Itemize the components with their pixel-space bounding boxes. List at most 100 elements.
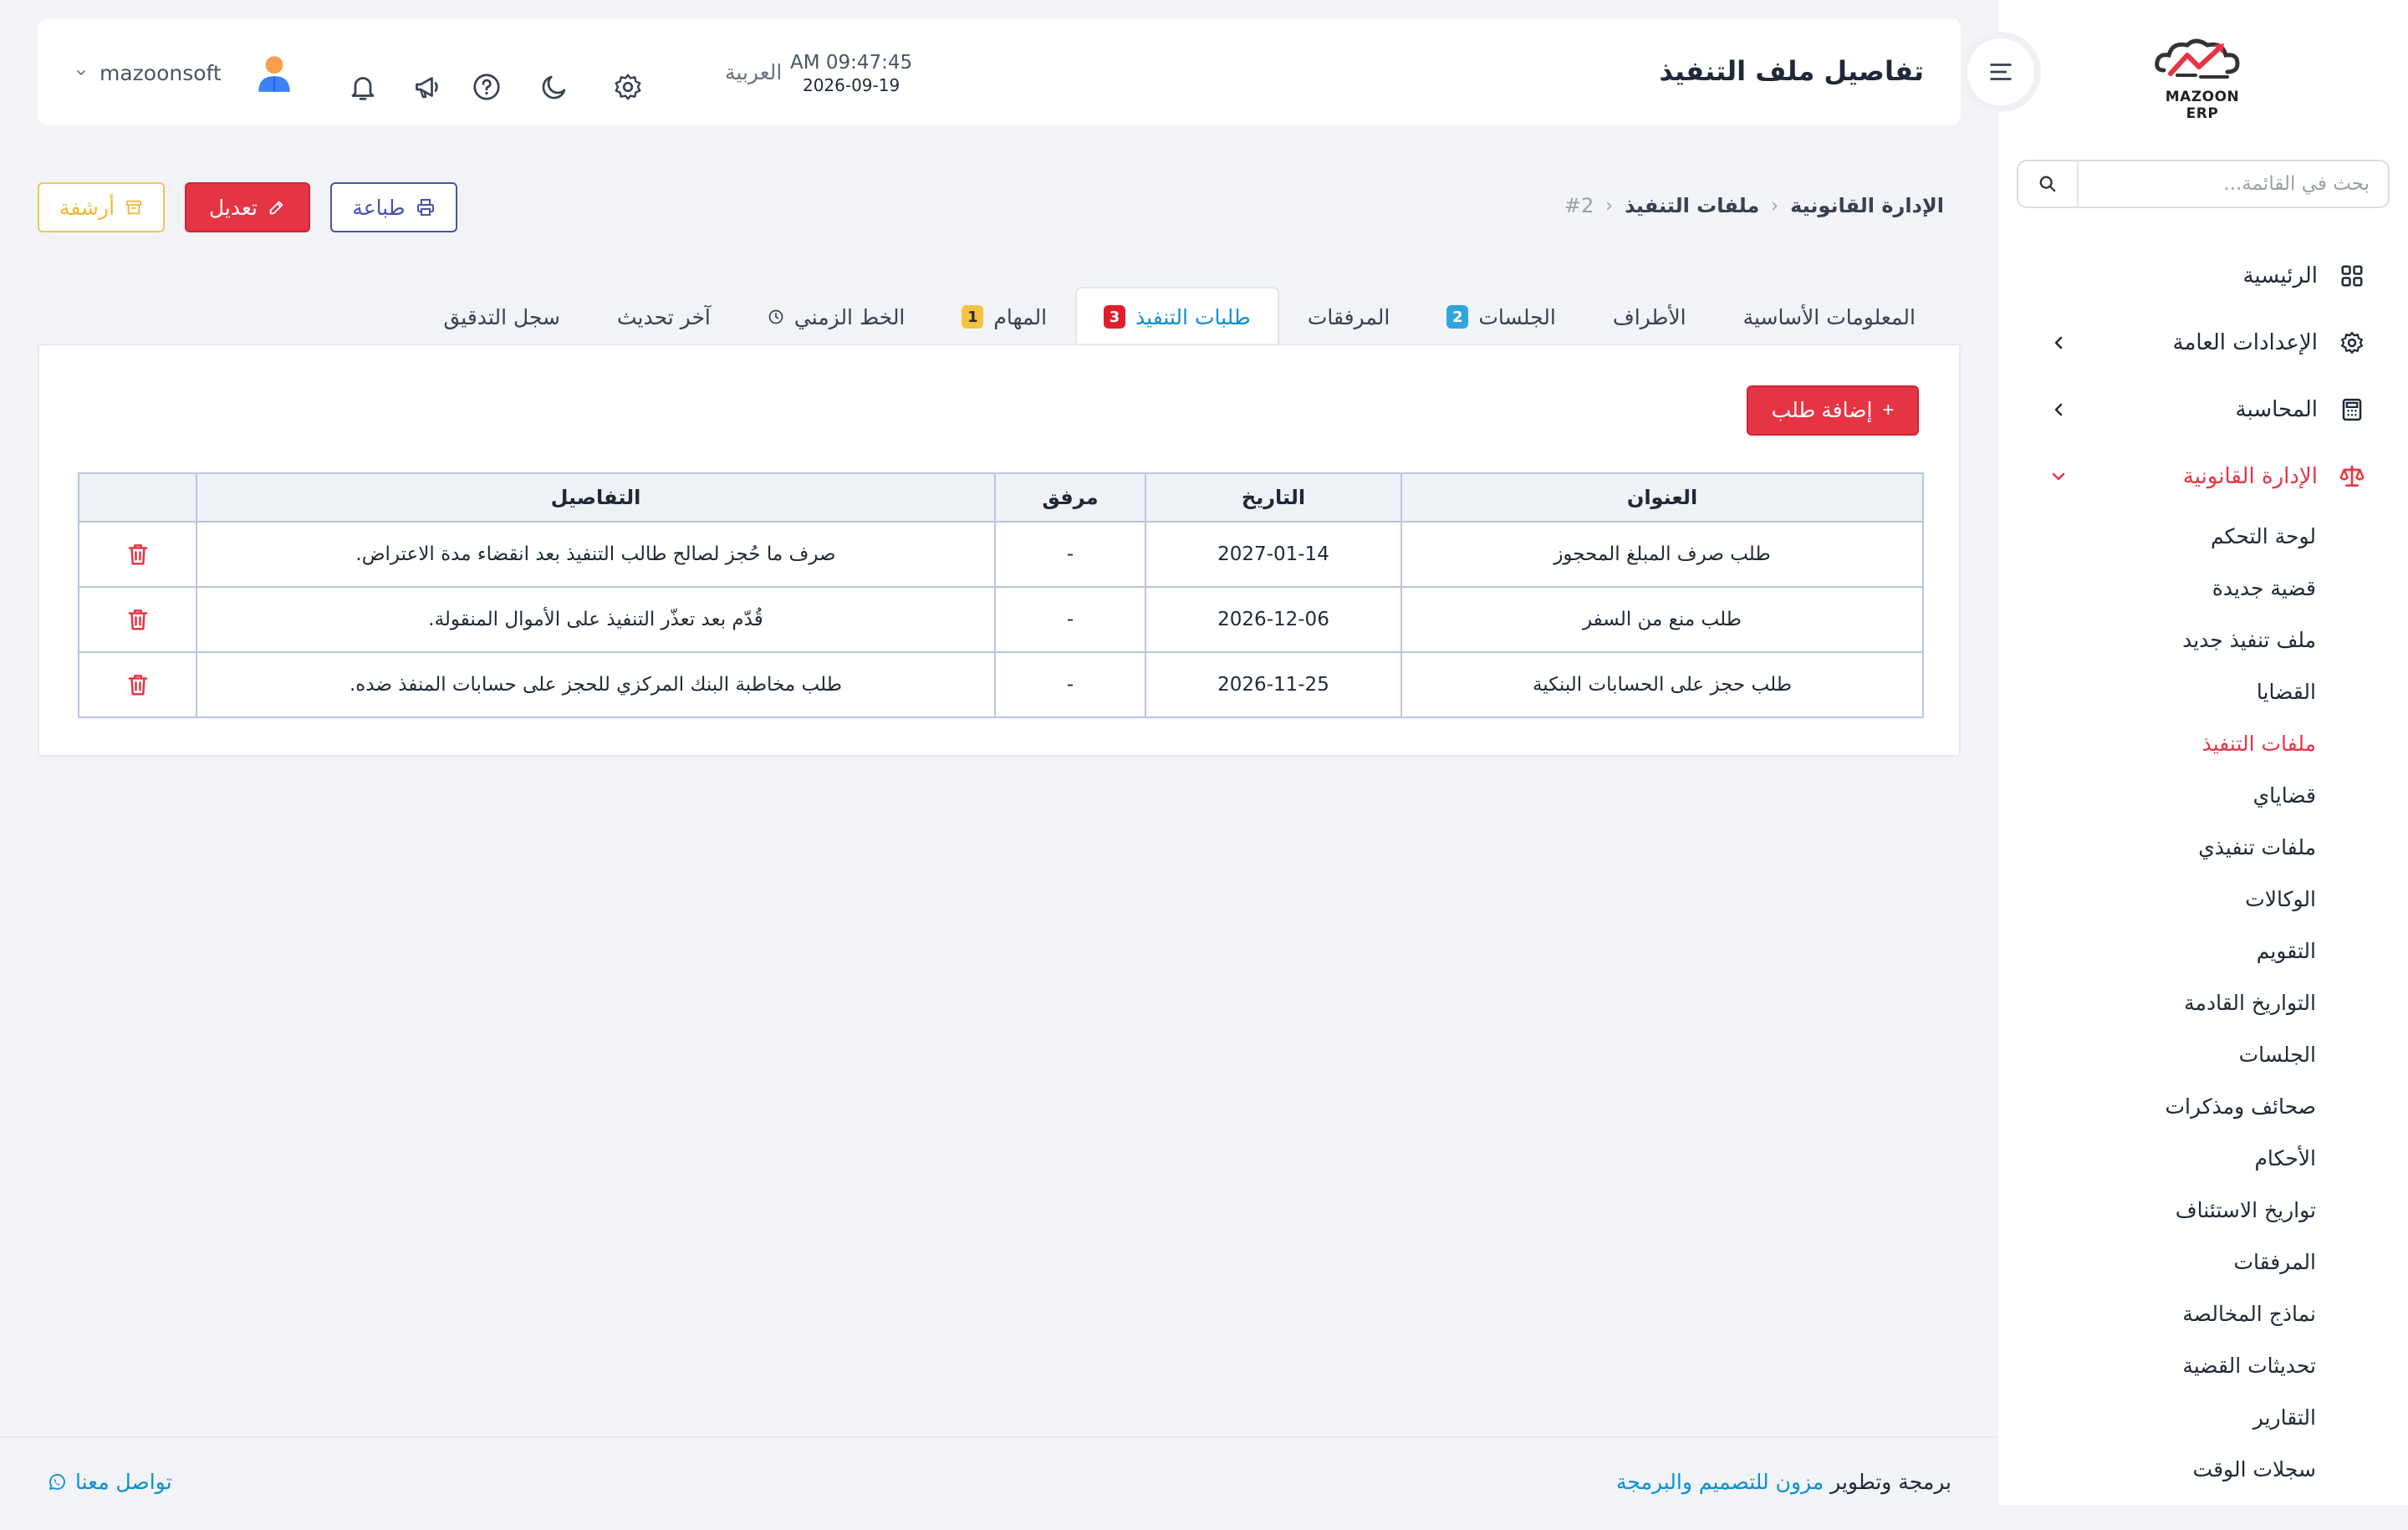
archive-button[interactable]: أرشفة <box>38 182 165 232</box>
tab-tasks[interactable]: المهام 1 <box>933 287 1075 345</box>
sidebar-sub-new-case[interactable]: قضية جديدة <box>1998 562 2316 614</box>
cell-details: صرف ما حُجز لصالح طالب التنفيذ بعد انقضا… <box>196 521 996 588</box>
sidebar-search-input[interactable] <box>2079 161 2388 207</box>
tab-execution-requests[interactable]: طلبات التنفيذ 3 <box>1075 287 1279 345</box>
sidebar-item-home[interactable]: الرئيسية <box>1998 242 2408 309</box>
sidebar-sub-appeal-dates[interactable]: تواريخ الاستئناف <box>1998 1184 2316 1236</box>
moon-icon <box>542 75 566 99</box>
trash-icon <box>128 543 147 564</box>
sidebar-item-label: الرئيسية <box>2242 263 2318 288</box>
cell-title: طلب صرف المبلغ المحجوز <box>1400 521 1924 588</box>
cell-details: طلب مخاطبة البنك المركزي للحجز على حسابا… <box>196 651 996 718</box>
column-header-attachment: مرفق <box>994 472 1146 523</box>
sidebar-sub-agencies[interactable]: الوكالات <box>1998 873 2316 925</box>
help-button[interactable] <box>470 70 503 104</box>
tab-label: المرفقات <box>1307 304 1390 329</box>
sidebar-item-general-settings[interactable]: الإعدادات العامة <box>1998 309 2408 376</box>
chevron-down-icon <box>77 70 85 75</box>
tab-basic-info[interactable]: المعلومات الأساسية <box>1715 287 1944 345</box>
sidebar-item-legal[interactable]: الإدارة القانونية <box>1998 443 2408 510</box>
sidebar-sub-new-execution-file[interactable]: ملف تنفيذ جديد <box>1998 614 2316 666</box>
tab-count-badge: 2 <box>1446 305 1469 329</box>
column-header-title: العنوان <box>1400 472 1924 523</box>
breadcrumb-item-execution-files[interactable]: ملفات التنفيذ <box>1625 194 1759 217</box>
sidebar-item-label: الإدارة القانونية <box>2182 464 2318 489</box>
announcements-button[interactable] <box>411 70 445 104</box>
delete-button[interactable] <box>121 668 155 701</box>
tab-sessions[interactable]: الجلسات 2 <box>1418 287 1584 345</box>
sidebar-sub-upcoming-dates[interactable]: التواريخ القادمة <box>1998 977 2316 1028</box>
bell-icon <box>351 77 375 100</box>
edit-button-label: تعديل <box>208 195 258 220</box>
cell-date: 2027-01-14 <box>1145 521 1402 588</box>
sidebar-sub-attachments[interactable]: المرفقات <box>1998 1236 2316 1288</box>
sidebar-search <box>2017 160 2390 208</box>
delete-button[interactable] <box>121 603 155 636</box>
header-clock: AM 09:47:45 2026-09-19 <box>790 52 912 95</box>
language-switch[interactable]: العربية <box>725 60 782 84</box>
breadcrumb-item-legal[interactable]: الإدارة القانونية <box>1790 194 1944 217</box>
sidebar-sub-time-logs[interactable]: سجلات الوقت <box>1998 1443 2316 1495</box>
print-button-label: طباعة <box>352 195 406 220</box>
cell-attachment: - <box>994 586 1146 653</box>
avatar <box>258 56 290 92</box>
tab-last-update[interactable]: آخر تحديث <box>589 287 739 345</box>
user-menu[interactable]: mazoonsoft <box>74 52 295 94</box>
sidebar-sub-my-cases[interactable]: قضاياي <box>1998 769 2316 821</box>
sidebar-sub-sessions[interactable]: الجلسات <box>1998 1028 2316 1080</box>
app-logo[interactable]: MAZOON ERP <box>2147 33 2258 122</box>
footer-credit-link[interactable]: مزون للتصميم والبرمجة <box>1616 1470 1824 1494</box>
sidebar-sub-briefs[interactable]: صحائف ومذكرات <box>1998 1080 2316 1132</box>
cell-title: طلب منع من السفر <box>1400 586 1924 653</box>
sidebar-sub-calendar[interactable]: التقويم <box>1998 925 2316 977</box>
clock-icon <box>768 309 783 324</box>
tab-label: سجل التدقيق <box>443 304 560 329</box>
menu-toggle-button[interactable] <box>1961 32 2041 112</box>
sidebar-sub-reports[interactable]: التقارير <box>1998 1391 2316 1443</box>
add-request-label: إضافة طلب <box>1771 399 1873 422</box>
delete-button[interactable] <box>121 538 155 571</box>
notifications-button[interactable] <box>346 70 380 104</box>
sidebar-sub-my-execution-files[interactable]: ملفات تنفيذي <box>1998 821 2316 873</box>
sidebar: MAZOON ERP الرئيسية الإعدادات العامة الم… <box>1998 0 2408 1505</box>
scale-icon <box>2338 462 2366 491</box>
tab-attachments[interactable]: المرفقات <box>1279 287 1419 345</box>
chevron-left-icon <box>2054 403 2063 416</box>
grid-icon <box>2338 262 2366 290</box>
dark-mode-toggle[interactable] <box>538 70 571 104</box>
edit-button[interactable]: تعديل <box>185 182 310 232</box>
tab-parties[interactable]: الأطراف <box>1584 287 1715 345</box>
sidebar-sub-execution-files[interactable]: ملفات التنفيذ <box>1998 717 2316 769</box>
sidebar-sub-judgments[interactable]: الأحكام <box>1998 1132 2316 1184</box>
tab-label: المعلومات الأساسية <box>1742 304 1916 329</box>
tab-timeline[interactable]: الخط الزمني <box>739 287 934 345</box>
sidebar-item-label: الإعدادات العامة <box>2172 330 2318 355</box>
page-footer: برمجة وتطوير مزون للتصميم والبرمجة تواصل… <box>0 1436 1998 1530</box>
settings-button[interactable] <box>611 70 645 104</box>
cell-title: طلب حجز على الحسابات البنكية <box>1400 651 1924 718</box>
sidebar-item-accounting[interactable]: المحاسبة <box>1998 376 2408 443</box>
search-button[interactable] <box>2018 161 2079 207</box>
cell-actions <box>78 651 197 718</box>
search-icon <box>2039 176 2056 192</box>
tab-audit-log[interactable]: سجل التدقيق <box>415 287 589 345</box>
tab-label: طلبات التنفيذ <box>1135 304 1251 329</box>
user-name: mazoonsoft <box>99 60 222 85</box>
print-button[interactable]: طباعة <box>330 182 457 232</box>
gear-icon <box>2338 329 2366 357</box>
sidebar-sub-cases[interactable]: القضايا <box>1998 666 2316 717</box>
sidebar-sub-case-updates[interactable]: تحديثات القضية <box>1998 1339 2316 1391</box>
footer-credit-prefix: برمجة وتطوير <box>1830 1470 1951 1494</box>
printer-icon <box>416 199 434 216</box>
sidebar-sub-dashboard[interactable]: لوحة التحكم <box>1998 510 2316 562</box>
table-row: طلب صرف المبلغ المحجوز 2027-01-14 - صرف … <box>78 521 1924 588</box>
gear-icon <box>615 74 641 100</box>
add-request-button[interactable]: + إضافة طلب <box>1747 385 1919 436</box>
page-actions: أرشفة تعديل طباعة <box>38 182 457 232</box>
sidebar-sub-settlement-forms[interactable]: نماذج المخالصة <box>1998 1288 2316 1339</box>
contact-us-link[interactable]: تواصل معنا <box>47 1470 172 1494</box>
table-header-row: العنوان التاريخ مرفق التفاصيل <box>78 472 1924 523</box>
logo-text: MAZOON ERP <box>2165 89 2240 122</box>
tab-count-badge: 3 <box>1104 305 1126 329</box>
breadcrumb-separator-icon: ‹ <box>1771 195 1779 217</box>
